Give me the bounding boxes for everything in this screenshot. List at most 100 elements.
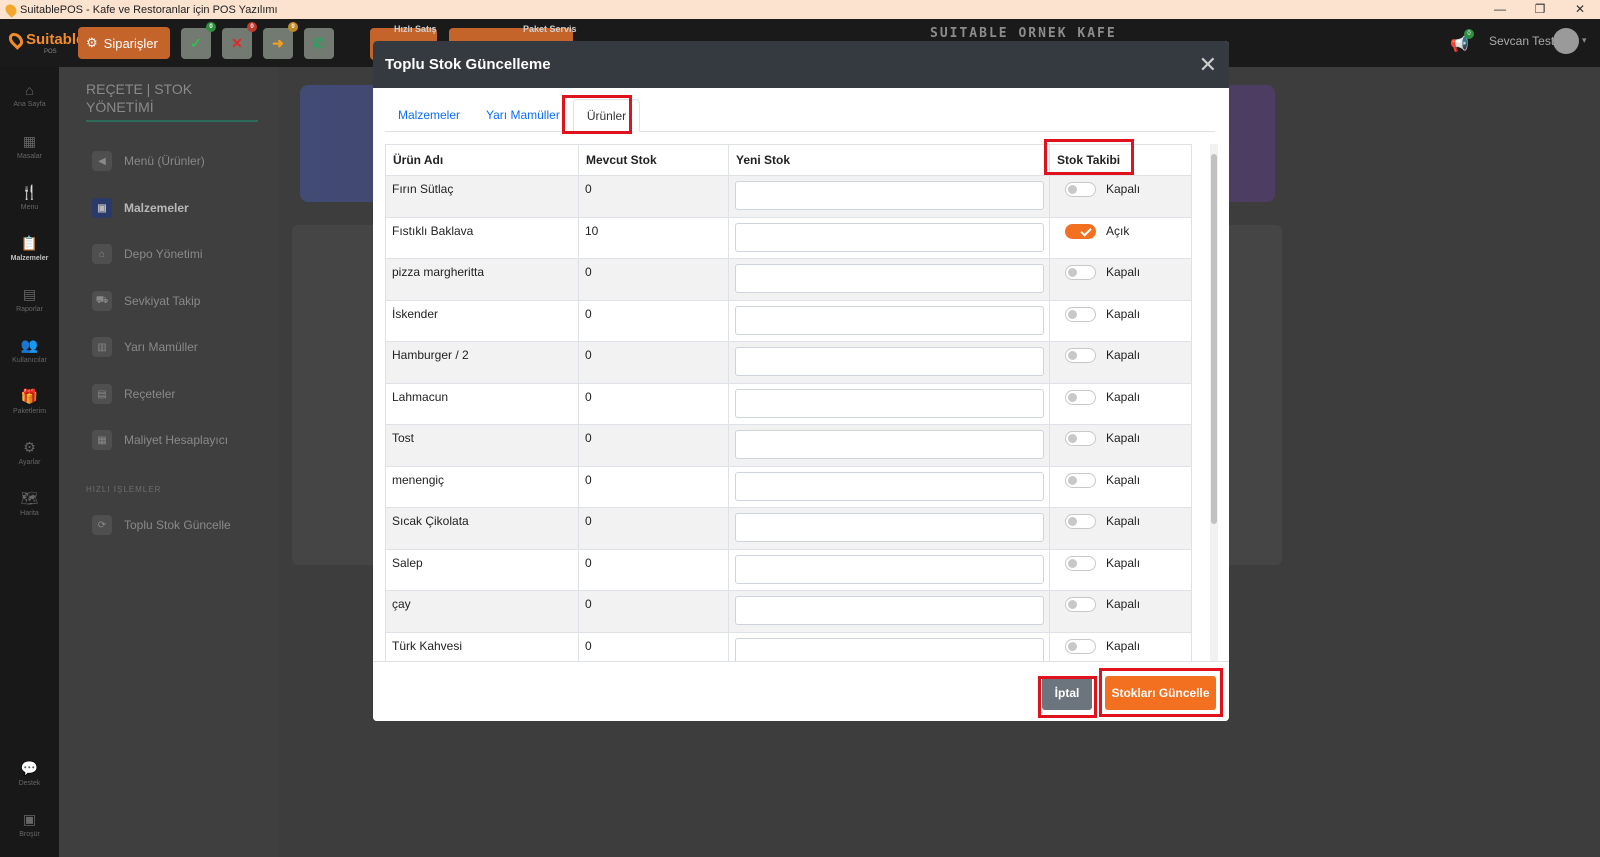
stock-tracking-toggle[interactable]	[1065, 472, 1096, 488]
table-scrollbar[interactable]	[1210, 144, 1218, 692]
left-menu-cost-calculator[interactable]: ▦ Maliyet Hesaplayıcı	[92, 430, 228, 450]
new-stock-input[interactable]	[735, 596, 1044, 625]
current-stock-cell: 0	[578, 465, 729, 508]
product-name-cell: menengiç	[385, 465, 579, 508]
forwarded-badge: 0	[288, 22, 298, 32]
rejected-orders-button[interactable]: ✕ 0	[222, 22, 257, 59]
stock-tracking-cell: Kapalı	[1049, 382, 1192, 425]
stock-tracking-cell: Açık	[1049, 216, 1192, 259]
left-menu-materials[interactable]: ▣ Malzemeler	[92, 198, 189, 218]
sidebar-item-users[interactable]: 👥 Kullanıcılar	[0, 337, 59, 364]
stock-tracking-toggle[interactable]	[1065, 306, 1096, 322]
left-menu-bulk-stock-update[interactable]: ⟳ Toplu Stok Güncelle	[92, 515, 231, 535]
left-menu-recipes[interactable]: ▤ Reçeteler	[92, 384, 175, 404]
stock-tracking-toggle[interactable]	[1065, 182, 1096, 198]
new-stock-cell	[728, 507, 1050, 550]
sidebar-item-support[interactable]: 💬 Destek	[0, 760, 59, 787]
restore-button[interactable]: ❐	[1520, 0, 1560, 19]
new-stock-input[interactable]	[735, 430, 1044, 459]
sidebar-item-settings[interactable]: ⚙ Ayarlar	[0, 439, 59, 466]
stock-tracking-toggle[interactable]	[1065, 638, 1096, 654]
table-body: Fırın Sütlaç 0 Kapalı Fıstıklı Baklava 10 Açı…	[385, 175, 1192, 674]
chevron-down-icon[interactable]: ▾	[1582, 35, 1587, 46]
new-stock-input[interactable]	[735, 554, 1044, 584]
sidebar-item-menu[interactable]: 🍴 Menu	[0, 184, 59, 211]
calculator-icon: ▦	[92, 430, 112, 450]
stock-tracking-toggle[interactable]	[1065, 431, 1096, 447]
current-stock: 0	[585, 348, 592, 362]
current-stock-cell: 0	[578, 507, 729, 550]
new-stock-cell	[728, 590, 1050, 633]
stock-tracking-cell: Kapalı	[1049, 548, 1192, 591]
new-stock-input[interactable]	[735, 181, 1044, 210]
new-stock-input[interactable]	[735, 471, 1044, 501]
sidebar: ⌂ Ana Sayfa ▦ Masalar 🍴 Menu 📋 Malzemeler ▤ R…	[0, 67, 59, 857]
sidebar-item-materials[interactable]: 📋 Malzemeler	[0, 235, 59, 262]
stock-tracking-toggle[interactable]	[1065, 223, 1096, 239]
stock-tracking-cell: Kapalı	[1049, 258, 1192, 301]
stock-tracking-toggle[interactable]	[1065, 597, 1096, 613]
stock-tracking-label: Kapalı	[1106, 348, 1141, 362]
close-window-button[interactable]: ✕	[1560, 0, 1600, 19]
cancel-button[interactable]: İptal	[1042, 676, 1092, 710]
product-name: Tost	[392, 431, 415, 445]
products-table: Ürün Adı Mevcut Stok Yeni Stok Stok Taki…	[385, 144, 1192, 674]
orders-button[interactable]: ⚙ Siparişler	[78, 27, 170, 59]
table-row: Tost 0 Kapalı	[385, 424, 1192, 467]
update-stocks-button[interactable]: Stokları Güncelle	[1105, 676, 1216, 710]
user-name[interactable]: Sevcan Test	[1489, 34, 1554, 48]
close-icon[interactable]: ✕	[1199, 53, 1217, 76]
sidebar-item-reports[interactable]: ▤ Raporlar	[0, 286, 59, 313]
boxes-icon: ▥	[92, 337, 112, 357]
current-stock-cell: 10	[578, 216, 729, 259]
new-stock-input[interactable]	[735, 347, 1044, 376]
scrollbar-thumb[interactable]	[1211, 154, 1217, 524]
stock-tracking-toggle[interactable]	[1065, 265, 1096, 281]
approved-orders-button[interactable]: ✓ 0	[181, 22, 216, 59]
sidebar-item-tables[interactable]: ▦ Masalar	[0, 133, 59, 160]
new-stock-cell	[728, 548, 1050, 591]
new-stock-input[interactable]	[735, 222, 1044, 252]
new-stock-input[interactable]	[735, 305, 1044, 335]
sidebar-item-home[interactable]: ⌂ Ana Sayfa	[0, 82, 59, 108]
stock-tracking-label: Kapalı	[1106, 472, 1141, 487]
stock-tracking-toggle[interactable]	[1065, 389, 1096, 405]
modal-footer: İptal Stokları Güncelle	[373, 661, 1229, 721]
cafe-name: SUITABLE ORNEK KAFE	[930, 26, 1117, 41]
left-menu-semi-products[interactable]: ▥ Yarı Mamüller	[92, 337, 198, 357]
new-stock-input[interactable]	[735, 264, 1044, 293]
megaphone-icon[interactable]: 📢 0	[1450, 29, 1474, 53]
sidebar-item-packages[interactable]: 🎁 Paketlerim	[0, 388, 59, 415]
left-menu-products[interactable]: ◀ Menü (Ürünler)	[92, 151, 205, 171]
warehouse-icon: ⌂	[92, 244, 112, 264]
product-name: çay	[392, 597, 411, 611]
product-name: pizza margheritta	[392, 265, 485, 279]
stock-tracking-cell: Kapalı	[1049, 424, 1192, 467]
stock-tracking-label: Açık	[1106, 223, 1130, 238]
phone-orders-button[interactable]: ✆	[304, 28, 334, 59]
avatar[interactable]	[1553, 28, 1579, 54]
column-header: Stok Takibi	[1049, 144, 1192, 176]
tab-semi-products[interactable]: Yarı Mamüller	[473, 99, 573, 132]
left-menu-warehouse[interactable]: ⌂ Depo Yönetimi	[92, 244, 203, 264]
minimize-button[interactable]: —	[1480, 0, 1520, 19]
stock-tracking-toggle[interactable]	[1065, 514, 1096, 530]
modal-header: Toplu Stok Güncelleme ✕	[373, 41, 1229, 88]
new-stock-cell	[728, 299, 1050, 342]
product-name-cell: Salep	[385, 548, 579, 591]
stock-tracking-toggle[interactable]	[1065, 348, 1096, 364]
sidebar-item-brochure[interactable]: ▣ Broşür	[0, 811, 59, 838]
tab-materials[interactable]: Malzemeler	[385, 99, 473, 132]
current-stock: 0	[585, 182, 592, 196]
tab-products[interactable]: Ürünler	[572, 99, 641, 132]
stock-tracking-label: Kapalı	[1106, 265, 1141, 279]
table-row: Fırın Sütlaç 0 Kapalı	[385, 175, 1192, 218]
new-stock-input[interactable]	[735, 388, 1044, 418]
left-menu-shipment[interactable]: ⛟ Sevkiyat Takip	[92, 291, 200, 311]
column-header: Mevcut Stok	[578, 144, 729, 176]
forwarded-orders-button[interactable]: ➜ 0	[263, 22, 298, 59]
stock-tracking-toggle[interactable]	[1065, 555, 1096, 571]
utensils-icon: 🍴	[20, 184, 39, 200]
sidebar-item-map[interactable]: 🗺 Harita	[0, 490, 59, 517]
new-stock-input[interactable]	[735, 513, 1044, 542]
